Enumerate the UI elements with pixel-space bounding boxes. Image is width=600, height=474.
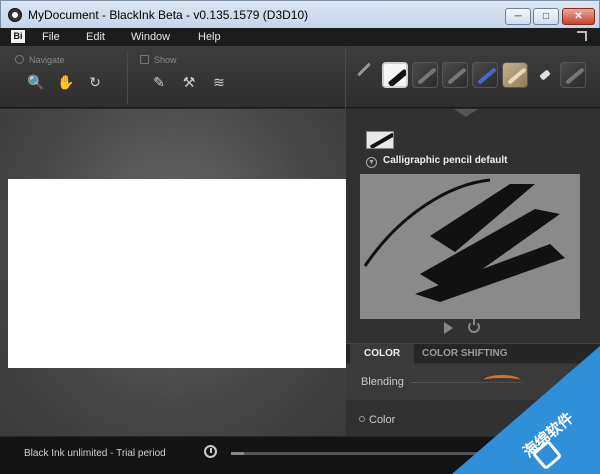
menubar: Bi File Edit Window Help (0, 28, 600, 46)
layers-icon[interactable]: ≋ (211, 74, 227, 90)
show-label: Show (154, 55, 177, 65)
blending-curve-icon (484, 375, 520, 385)
close-button[interactable]: ✕ (562, 8, 595, 25)
brush-name: Calligraphic pencil default (383, 155, 508, 166)
brush-stroke-icon (565, 67, 585, 85)
brush-preview[interactable] (360, 174, 580, 319)
brush-stroke-icon (507, 67, 527, 85)
current-brush-thumbnail[interactable] (366, 131, 394, 149)
eraser-icon[interactable] (539, 69, 551, 81)
pencil-brush-icon[interactable] (357, 62, 371, 77)
brush-blue[interactable] (472, 62, 498, 88)
app-icon[interactable] (8, 8, 22, 22)
brush-8[interactable] (560, 62, 586, 88)
window-title: MyDocument - BlackInk Beta - v0.135.1579… (28, 8, 309, 22)
brush-stroke-icon (477, 67, 497, 85)
menu-edit[interactable]: Edit (86, 31, 105, 43)
show-group-label: Show (140, 55, 177, 65)
power-icon[interactable] (468, 319, 480, 333)
brush-preview-strokes (363, 178, 565, 302)
toolbar: Navigate 🔍 ✋ ↻ Show ✎ ⚒ ≋ (0, 46, 600, 108)
menu-help[interactable]: Help (198, 31, 221, 43)
app-logo: Bi (11, 30, 25, 43)
blending-label: Blending (361, 376, 404, 388)
toolbar-divider (127, 52, 128, 104)
canvas-area[interactable] (0, 109, 346, 436)
rotate-view-icon[interactable]: ↻ (87, 74, 103, 90)
brush-tan[interactable] (502, 62, 528, 88)
trial-progress-bar (231, 452, 481, 455)
color-tabs: COLOR COLOR SHIFTING (346, 343, 600, 364)
panel-collapse-icon[interactable] (454, 109, 478, 117)
hand-pan-icon[interactable]: ✋ (57, 74, 74, 90)
zoom-icon[interactable]: 🔍 (27, 74, 44, 90)
drawing-paper[interactable] (8, 179, 346, 368)
navigate-group-label: Navigate (15, 55, 65, 65)
tab-color-shifting[interactable]: COLOR SHIFTING (408, 344, 522, 364)
navigate-label: Navigate (29, 55, 65, 65)
tab-color[interactable]: COLOR (350, 344, 415, 364)
window-titlebar[interactable]: MyDocument - BlackInk Beta - v0.135.1579… (0, 0, 600, 28)
menu-window[interactable]: Window (131, 31, 170, 43)
brush-stroke-icon (447, 67, 467, 85)
brush-calligraphic-pencil[interactable] (382, 62, 408, 88)
color-label: Color (369, 414, 396, 426)
timer-icon (204, 445, 217, 458)
brush-3[interactable] (442, 62, 468, 88)
navigate-gear-icon (15, 55, 24, 64)
fullscreen-corner-icon[interactable] (577, 31, 587, 41)
maximize-button[interactable]: □ (533, 8, 559, 25)
brush-2[interactable] (412, 62, 438, 88)
brush-show-icon[interactable]: ✎ (151, 74, 167, 90)
toolbar-divider (345, 46, 346, 108)
color-radio-icon[interactable] (359, 416, 365, 422)
play-icon[interactable] (444, 322, 453, 334)
menu-file[interactable]: File (42, 31, 60, 43)
brush-name-row[interactable]: ▼ Calligraphic pencil default (366, 154, 507, 168)
trial-progress-fill (231, 452, 244, 455)
brush-stroke-icon (417, 67, 437, 85)
chevron-down-icon[interactable]: ▼ (366, 157, 377, 168)
show-toggle-icon (140, 55, 149, 64)
palette-show-icon[interactable]: ⚒ (181, 74, 197, 90)
minimize-button[interactable]: ─ (505, 8, 531, 25)
brush-stroke-icon (387, 68, 406, 86)
status-text: Black Ink unlimited - Trial period (24, 448, 166, 459)
brush-bar (350, 60, 596, 92)
